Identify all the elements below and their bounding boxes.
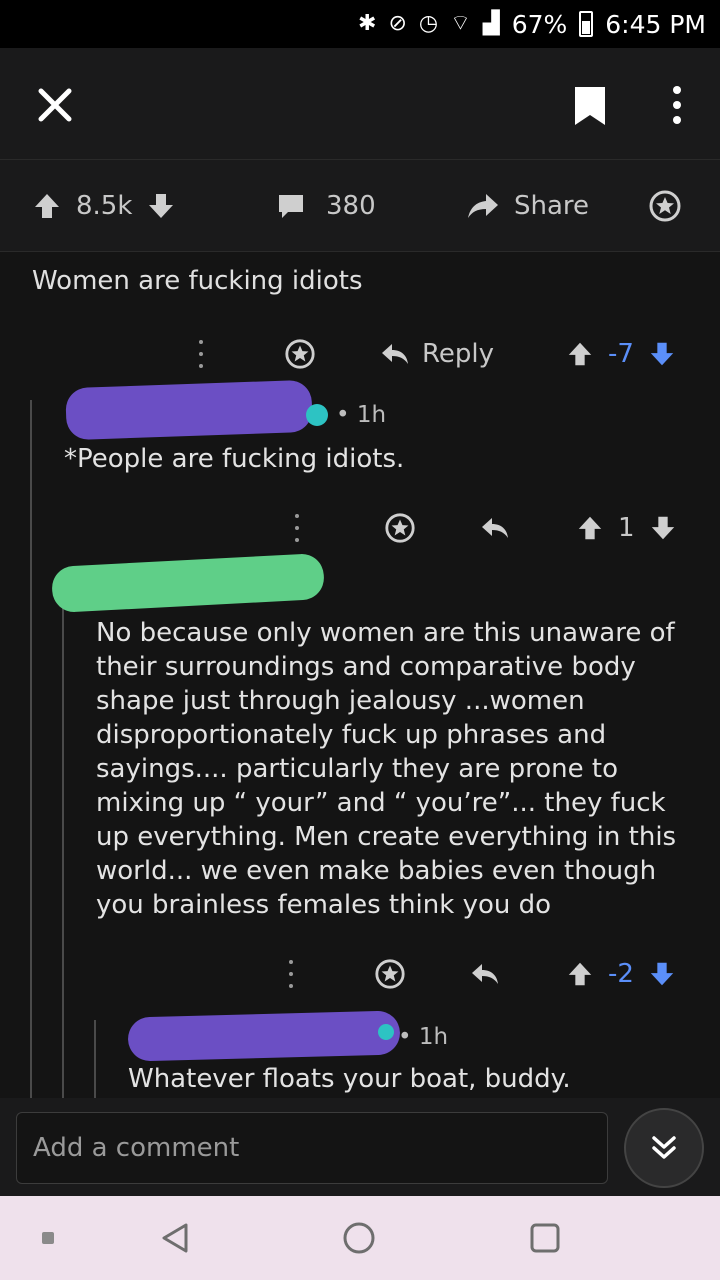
reply-icon <box>482 518 508 538</box>
thread-line <box>30 400 32 1100</box>
redacted-username <box>50 552 326 614</box>
dot-icon <box>673 116 681 124</box>
bluetooth-icon: ✱ <box>358 11 377 36</box>
battery-icon <box>579 11 594 37</box>
comment-actions: 1 <box>292 508 692 548</box>
comments-button[interactable]: 380 <box>276 160 376 252</box>
downvote-icon[interactable] <box>648 340 676 368</box>
share-icon <box>468 194 498 218</box>
redacted-username <box>127 1010 401 1062</box>
recents-square-icon <box>530 1223 560 1253</box>
user-flair-icon <box>378 1024 394 1040</box>
nav-menu-button[interactable] <box>36 1196 60 1280</box>
more-icon[interactable] <box>196 334 206 374</box>
vote-count: -2 <box>608 959 634 989</box>
reply-button[interactable] <box>480 508 510 548</box>
redacted-username <box>65 379 313 441</box>
square-dot-icon <box>42 1232 54 1244</box>
bookmark-button[interactable] <box>572 84 608 128</box>
comment-body: Whatever floats your boat, buddy. <box>128 1064 571 1094</box>
downvote-icon[interactable] <box>146 191 176 221</box>
back-triangle-icon <box>162 1223 188 1253</box>
comment-count: 380 <box>326 191 376 221</box>
reply-label: Reply <box>422 339 495 369</box>
award-icon <box>649 190 681 222</box>
comment-icon <box>279 195 303 218</box>
wifi-icon: ⌔ <box>450 11 471 36</box>
reply-button[interactable] <box>470 954 500 994</box>
post-vote-count: 8.5k <box>76 191 133 221</box>
app-bar <box>0 48 720 160</box>
dot-icon <box>673 101 681 109</box>
comment-time-value: 1h <box>418 1024 449 1050</box>
more-icon[interactable] <box>292 508 302 548</box>
nav-back-button[interactable] <box>150 1196 200 1280</box>
award-button[interactable] <box>374 954 406 994</box>
upvote-icon[interactable] <box>576 514 604 542</box>
share-label: Share <box>514 191 590 221</box>
comment-time: • 1h <box>336 402 387 428</box>
close-button[interactable] <box>30 80 80 130</box>
nav-home-button[interactable] <box>334 1196 384 1280</box>
battery-percent: 67% <box>511 9 568 39</box>
vote-group: -2 <box>566 954 676 994</box>
next-comment-button[interactable] <box>624 1108 704 1188</box>
comment-time: • 1h <box>398 1024 449 1050</box>
comment-actions-root: Reply -7 <box>196 334 696 374</box>
comment-actions: -2 <box>286 954 696 994</box>
more-options-button[interactable] <box>660 80 694 130</box>
vote-group: 1 <box>576 508 677 548</box>
thread-line <box>94 1020 96 1100</box>
upvote-icon[interactable] <box>566 340 594 368</box>
upvote-icon[interactable] <box>566 960 594 988</box>
vote-count: 1 <box>618 513 635 543</box>
comment-time-value: 1h <box>356 402 387 428</box>
vote-count: -7 <box>608 339 634 369</box>
close-icon <box>38 88 72 122</box>
double-chevron-down-icon <box>652 1136 676 1159</box>
reply-button[interactable]: Reply <box>380 334 494 374</box>
post-body-text: Women are fucking idiots <box>32 266 363 296</box>
award-button[interactable] <box>284 334 316 374</box>
vote-group: -7 <box>566 334 676 374</box>
add-comment-input[interactable]: Add a comment <box>16 1112 608 1184</box>
user-flair-icon <box>306 404 328 426</box>
award-icon <box>285 339 315 369</box>
composer-placeholder: Add a comment <box>33 1133 240 1163</box>
bookmark-icon <box>575 87 605 125</box>
share-button[interactable]: Share <box>466 160 589 252</box>
post-action-row: 8.5k 380 Share <box>0 160 720 252</box>
downvote-icon[interactable] <box>648 960 676 988</box>
more-icon[interactable] <box>286 954 296 994</box>
award-button[interactable] <box>648 160 682 252</box>
alarm-icon: ◷ <box>418 11 439 36</box>
dot-icon <box>673 86 681 94</box>
reply-icon <box>472 964 498 984</box>
thread-line <box>62 590 64 1100</box>
post-vote-group: 8.5k <box>32 160 176 252</box>
comment-body: *People are fucking idiots. <box>64 444 405 474</box>
award-icon <box>375 959 405 989</box>
downvote-icon[interactable] <box>649 514 677 542</box>
status-bar: ✱ ⊘ ◷ ⌔ ▟ 67% 6:45 PM <box>0 0 720 48</box>
award-button[interactable] <box>384 508 416 548</box>
nav-recents-button[interactable] <box>520 1196 570 1280</box>
home-circle-icon <box>343 1222 375 1254</box>
reply-icon <box>382 344 408 364</box>
upvote-icon[interactable] <box>32 191 62 221</box>
signal-icon: ▟ <box>482 11 500 36</box>
award-icon <box>385 513 415 543</box>
comment-body: No because only women are this unaware o… <box>96 618 677 920</box>
system-nav-bar <box>0 1196 720 1280</box>
clock: 6:45 PM <box>605 9 706 39</box>
mute-icon: ⊘ <box>388 11 407 36</box>
